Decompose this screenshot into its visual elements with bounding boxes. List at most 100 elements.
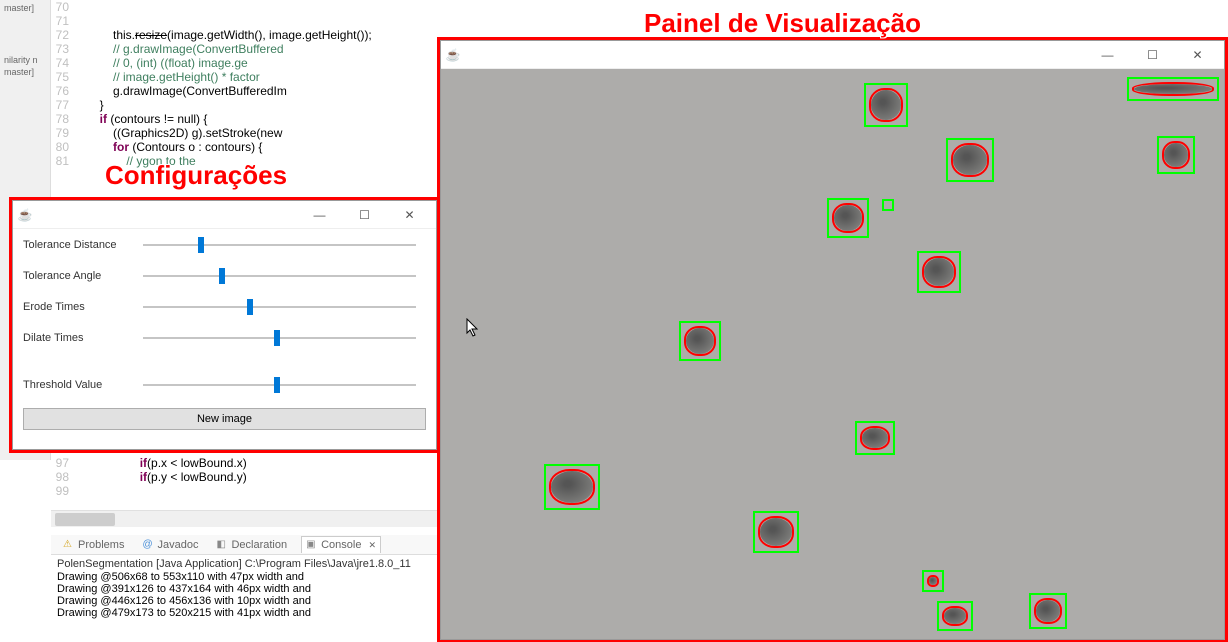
slider-thumb[interactable]	[274, 330, 280, 346]
viz-titlebar[interactable]: ☕ — ☐ ✕	[441, 41, 1224, 69]
slider-label: Tolerance Angle	[23, 270, 143, 282]
slider-track[interactable]	[143, 244, 416, 246]
detection-contour	[1034, 598, 1062, 624]
declaration-icon: ◧	[216, 539, 228, 551]
close-button[interactable]: ✕	[387, 204, 432, 226]
sidebar-item[interactable]: master]	[2, 66, 48, 78]
code-line-78[interactable]: 78 if (contours != null) {	[51, 112, 207, 126]
config-window: ☕ — ☐ ✕ Tolerance Distance Tolerance Angl…	[12, 200, 437, 450]
line-number: 75	[51, 70, 73, 84]
code-text: this.resize(image.getWidth(), image.getH…	[73, 28, 372, 42]
detection-contour	[832, 203, 864, 233]
sidebar-item[interactable]: nilarity n	[2, 54, 48, 66]
tab-problems[interactable]: ⚠Problems	[59, 537, 128, 553]
detection-contour	[1132, 82, 1214, 96]
detection-box-11	[937, 601, 973, 631]
slider-label: Dilate Times	[23, 332, 143, 344]
config-titlebar[interactable]: ☕ — ☐ ✕	[13, 201, 436, 229]
console-line: Drawing @391x126 to 437x164 with 46px wi…	[57, 583, 435, 595]
line-number: 80	[51, 140, 73, 154]
detection-contour	[922, 256, 956, 288]
minimize-button[interactable]: —	[1085, 44, 1130, 66]
mouse-cursor	[466, 318, 480, 338]
close-button[interactable]: ✕	[1175, 44, 1220, 66]
tab-label: Javadoc	[157, 539, 198, 551]
code-line-74[interactable]: 74 // 0, (int) ((float) image.ge	[51, 56, 248, 70]
line-number: 71	[51, 14, 73, 28]
code-line-71[interactable]: 71	[51, 14, 73, 28]
detection-box-4	[882, 199, 894, 211]
code-line-73[interactable]: 73 // g.drawImage(ConvertBuffered	[51, 42, 284, 56]
code-line-99[interactable]: 99	[51, 484, 73, 498]
viz-window: ☕ — ☐ ✕	[440, 40, 1225, 640]
slider-track[interactable]	[143, 306, 416, 308]
detection-contour	[927, 575, 939, 587]
code-line-77[interactable]: 77 }	[51, 98, 104, 112]
slider-track[interactable]	[143, 275, 416, 277]
maximize-button[interactable]: ☐	[1130, 44, 1175, 66]
tab-declaration[interactable]: ◧Declaration	[212, 537, 291, 553]
slider-track[interactable]	[143, 337, 416, 339]
console-icon: ▣	[306, 539, 318, 551]
code-line-79[interactable]: 79 ((Graphics2D) g).setStroke(new	[51, 126, 282, 140]
detection-contour	[869, 88, 903, 122]
line-number: 78	[51, 112, 73, 126]
code-line-98[interactable]: 98 if(p.y < lowBound.y)	[51, 470, 247, 484]
tab-label: Console	[321, 539, 361, 551]
new-image-button[interactable]: New image	[23, 408, 426, 430]
line-number: 74	[51, 56, 73, 70]
slider-thumb[interactable]	[274, 377, 280, 393]
console-line: Drawing @479x173 to 520x215 with 41px wi…	[57, 607, 435, 619]
slider-label: Erode Times	[23, 301, 143, 313]
maximize-button[interactable]: ☐	[342, 204, 387, 226]
slider-label: Tolerance Distance	[23, 239, 143, 251]
console-panel[interactable]: PolenSegmentation [Java Application] C:\…	[51, 555, 441, 640]
code-line-70[interactable]: 70	[51, 0, 73, 14]
code-text: if(p.x < lowBound.x)	[73, 456, 247, 470]
detection-box-13	[1127, 77, 1219, 101]
slider-row-erode-times: Erode Times	[13, 291, 436, 322]
line-number: 76	[51, 84, 73, 98]
code-text: if(p.y < lowBound.y)	[73, 470, 247, 484]
minimize-button[interactable]: —	[297, 204, 342, 226]
slider-track[interactable]	[143, 384, 416, 386]
code-line-97[interactable]: 97 if(p.x < lowBound.x)	[51, 456, 247, 470]
line-number: 99	[51, 484, 73, 498]
annotation-viz-label: Painel de Visualização	[644, 8, 921, 39]
code-line-80[interactable]: 80 for (Contours o : contours) {	[51, 140, 262, 154]
javadoc-icon: @	[142, 539, 154, 551]
scrollbar-thumb[interactable]	[55, 513, 115, 526]
slider-thumb[interactable]	[247, 299, 253, 315]
tab-label: Problems	[78, 539, 124, 551]
detection-box-8	[544, 464, 600, 510]
horizontal-scrollbar[interactable]	[51, 510, 441, 527]
slider-thumb[interactable]	[198, 237, 204, 253]
detection-box-5	[917, 251, 961, 293]
sidebar-item[interactable]: master]	[2, 2, 48, 14]
code-line-76[interactable]: 76 g.drawImage(ConvertBufferedIm	[51, 84, 287, 98]
code-line-72[interactable]: 72 this.resize(image.getWidth(), image.g…	[51, 28, 372, 42]
tab-console[interactable]: ▣Console ✕	[301, 536, 381, 553]
detection-box-10	[922, 570, 944, 592]
detection-contour	[942, 606, 968, 626]
line-number: 81	[51, 154, 73, 168]
bottom-tab-bar: ⚠Problems @Javadoc ◧Declaration ▣Console ✕	[51, 535, 441, 555]
slider-label: Threshold Value	[23, 379, 143, 391]
code-text: // 0, (int) ((float) image.ge	[73, 56, 248, 70]
java-icon: ☕	[17, 207, 33, 223]
detection-box-1	[946, 138, 994, 182]
line-number: 97	[51, 456, 73, 470]
detection-box-3	[827, 198, 869, 238]
slider-thumb[interactable]	[219, 268, 225, 284]
detection-contour	[1162, 141, 1190, 169]
tab-javadoc[interactable]: @Javadoc	[138, 537, 202, 553]
line-number: 70	[51, 0, 73, 14]
tab-close-icon[interactable]: ✕	[368, 540, 376, 551]
code-line-75[interactable]: 75 // image.getHeight() * factor	[51, 70, 260, 84]
code-text: // g.drawImage(ConvertBuffered	[73, 42, 284, 56]
console-header: PolenSegmentation [Java Application] C:\…	[57, 557, 435, 571]
slider-row-threshold-value: Threshold Value	[13, 369, 436, 400]
code-text: }	[73, 98, 104, 112]
console-line: Drawing @446x126 to 456x136 with 10px wi…	[57, 595, 435, 607]
console-line: Drawing @506x68 to 553x110 with 47px wid…	[57, 571, 435, 583]
